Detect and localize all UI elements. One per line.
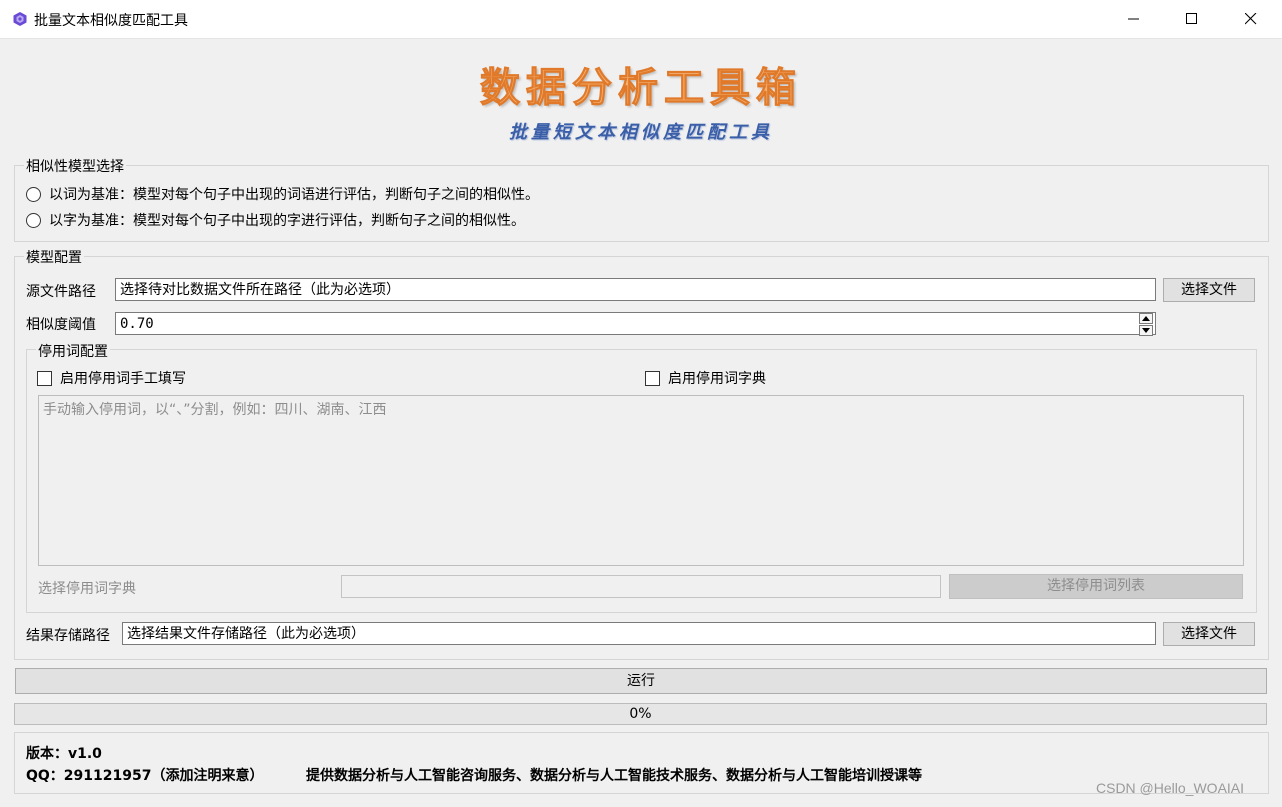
radio-word-based[interactable]: 以词为基准：模型对每个句子中出现的词语进行评估，判断句子之间的相似性。 (26, 184, 539, 204)
banner-title: 数据分析工具箱 (480, 64, 802, 112)
maximize-icon (1186, 13, 1197, 24)
radio-button[interactable] (26, 186, 41, 202)
window-title: 批量文本相似度匹配工具 (34, 13, 188, 29)
triangle-up-icon (1142, 316, 1150, 321)
source-path-input[interactable]: 选择待对比数据文件所在路径（此为必选项） (115, 278, 1156, 301)
stopwords-dict-label: 选择停用词字典 (38, 581, 136, 597)
services-text: 提供数据分析与人工智能咨询服务、数据分析与人工智能技术服务、数据分析与人工智能培… (306, 768, 922, 784)
close-icon (1245, 13, 1257, 25)
threshold-stepper[interactable] (1139, 313, 1153, 336)
radio-char-label: 以字为基准：模型对每个句子中出现的字进行评估，判断句子之间的相似性。 (49, 213, 525, 229)
maximize-button[interactable] (1163, 0, 1221, 38)
choose-stopwords-list-button[interactable]: 选择停用词列表 (949, 574, 1243, 599)
stepper-up-button[interactable] (1139, 313, 1153, 324)
stopwords-textarea[interactable]: 手动输入停用词，以“、”分割，例如：四川、湖南、江西 (38, 395, 1244, 566)
minimize-icon (1128, 18, 1139, 20)
threshold-input[interactable]: 0.70 (115, 312, 1156, 335)
stopwords-legend: 停用词配置 (36, 341, 110, 361)
result-choose-file-button[interactable]: 选择文件 (1163, 622, 1255, 646)
source-choose-file-button[interactable]: 选择文件 (1163, 278, 1255, 302)
run-button[interactable]: 运行 (15, 668, 1267, 694)
result-path-input[interactable]: 选择结果文件存储路径（此为必选项） (122, 622, 1156, 645)
radio-button[interactable] (26, 212, 41, 228)
manual-stopwords-checkbox-row[interactable]: 启用停用词手工填写 (37, 368, 186, 388)
close-button[interactable] (1222, 0, 1280, 38)
stepper-down-button[interactable] (1139, 325, 1153, 336)
dict-stopwords-checkbox-row[interactable]: 启用停用词字典 (645, 368, 766, 388)
radio-char-based[interactable]: 以字为基准：模型对每个句子中出现的字进行评估，判断句子之间的相似性。 (26, 210, 525, 230)
radio-word-label: 以词为基准：模型对每个句子中出现的词语进行评估，判断句子之间的相似性。 (49, 187, 539, 203)
model-select-legend: 相似性模型选择 (24, 156, 126, 176)
qq-text: QQ：291121957（添加注明来意） (26, 768, 264, 784)
threshold-label: 相似度阈值 (26, 317, 96, 333)
manual-stopwords-checkbox[interactable] (37, 370, 52, 386)
dict-stopwords-checkbox[interactable] (645, 370, 660, 386)
manual-stopwords-label: 启用停用词手工填写 (60, 371, 186, 387)
stopwords-dict-path-input[interactable] (341, 575, 941, 598)
result-path-label: 结果存储路径 (26, 628, 110, 644)
app-logo-icon (13, 12, 27, 26)
model-config-legend: 模型配置 (24, 247, 84, 267)
version-text: 版本：v1.0 (26, 746, 102, 762)
window-titlebar: 批量文本相似度匹配工具 (0, 0, 1282, 39)
banner-subtitle: 批量短文本相似度匹配工具 (509, 122, 773, 143)
source-path-label: 源文件路径 (26, 284, 96, 300)
triangle-down-icon (1142, 328, 1150, 333)
progress-label: 0% (629, 706, 652, 722)
progress-bar: 0% (14, 703, 1267, 725)
watermark-text: CSDN @Hello_WOAIAI (1096, 780, 1245, 796)
dict-stopwords-label: 启用停用词字典 (668, 371, 766, 387)
minimize-button[interactable] (1105, 0, 1163, 38)
